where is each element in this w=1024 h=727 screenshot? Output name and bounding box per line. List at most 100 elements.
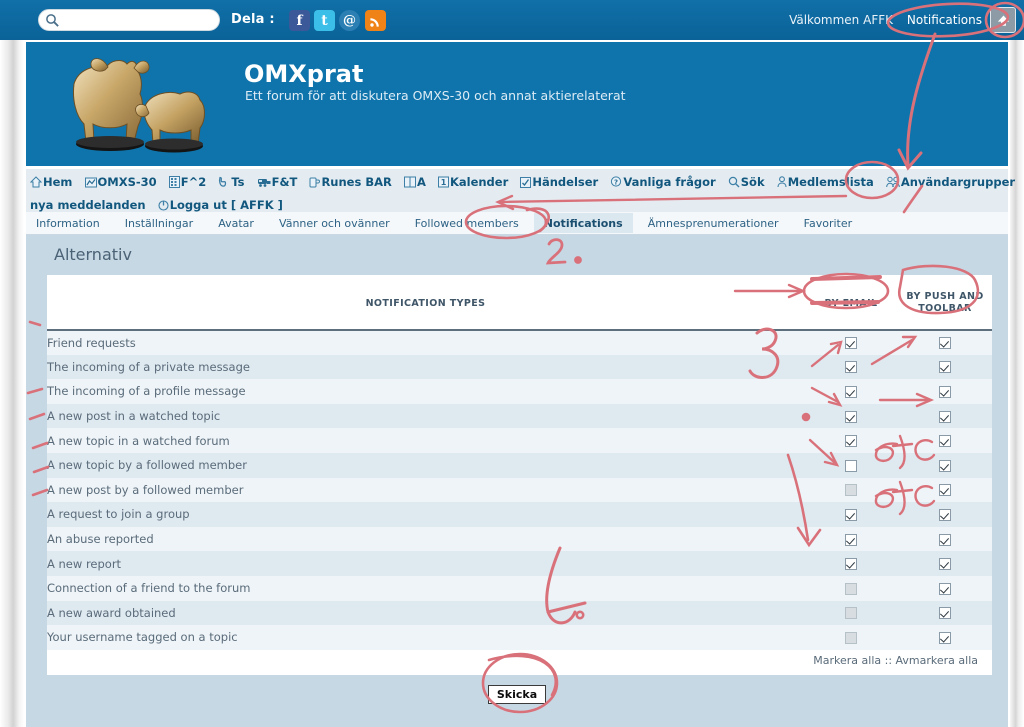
table-head: NOTIFICATION TYPES BY EMAIL BY PUSH AND … <box>47 275 992 331</box>
notification-type-label: A request to join a group <box>47 502 804 527</box>
nav-item-a[interactable]: A <box>403 173 426 193</box>
tab-followed-members[interactable]: Followed members <box>405 213 529 233</box>
push-toolbar-checkbox[interactable] <box>939 337 951 350</box>
email-checkbox[interactable] <box>845 385 857 398</box>
profile-tabs: Information Inställningar Avatar Vänner … <box>26 212 1008 235</box>
notification-type-label: A new award obtained <box>47 600 804 626</box>
search-box[interactable] <box>38 9 220 31</box>
twitter-icon[interactable]: t <box>314 10 335 31</box>
email-checkbox-cell <box>804 403 898 429</box>
submit-button[interactable]: Skicka <box>487 685 547 704</box>
tab-avatar[interactable]: Avatar <box>208 213 264 233</box>
push-toolbar-checkbox[interactable] <box>939 410 951 423</box>
nav-label: Sök <box>740 175 765 189</box>
nav-item-ts[interactable]: Ts <box>218 173 245 193</box>
email-checkbox[interactable] <box>845 435 857 448</box>
email-at-icon[interactable]: @ <box>339 10 360 31</box>
nav-label: Medlemslista <box>787 175 874 189</box>
nav-item-runes-bar[interactable]: Runes BAR <box>309 173 392 193</box>
rss-icon[interactable] <box>365 10 386 31</box>
push-toolbar-checkbox[interactable] <box>939 361 951 374</box>
email-checkbox[interactable] <box>845 508 857 521</box>
push-checkbox-cell <box>898 354 992 380</box>
page-root: Dela : f t @ Välkommen AFFK Notification… <box>0 0 1024 727</box>
nav-item-anvandargrupper[interactable]: Användargrupper <box>886 173 1015 193</box>
book-icon <box>403 175 416 193</box>
email-checkbox-cell <box>804 452 898 478</box>
notification-type-label: A new post in a watched topic <box>47 403 804 429</box>
nav-item-vanliga-fragor[interactable]: ? Vanliga frågor <box>610 173 716 193</box>
email-checkbox[interactable] <box>845 533 857 546</box>
notification-type-label: A new post by a followed member <box>47 477 804 503</box>
push-checkbox-cell <box>898 600 992 626</box>
arrow-up-icon[interactable] <box>990 7 1016 33</box>
tab-installningar[interactable]: Inställningar <box>115 213 203 233</box>
notifications-card: NOTIFICATION TYPES BY EMAIL BY PUSH AND … <box>47 275 992 675</box>
push-toolbar-checkbox[interactable] <box>939 385 951 398</box>
nav-item-handelser[interactable]: Händelser <box>520 173 598 193</box>
email-checkbox <box>845 631 857 644</box>
train-icon <box>257 175 271 193</box>
nav-label: Kalender <box>449 175 509 189</box>
nav-item-omxs30[interactable]: OMXS-30 <box>84 173 157 193</box>
email-checkbox[interactable] <box>845 558 857 571</box>
table-row: A new post by a followed member <box>47 477 992 503</box>
notification-type-label: The incoming of a private message <box>47 354 804 380</box>
push-checkbox-cell <box>898 625 992 650</box>
email-checkbox[interactable] <box>845 337 857 350</box>
table-row: A request to join a group <box>47 502 992 527</box>
tab-amnesprenumerationer[interactable]: Ämnesprenumerationer <box>638 213 789 233</box>
site-title: OMXprat <box>244 60 364 88</box>
site-subtitle: Ett forum för att diskutera OMXS-30 och … <box>245 88 626 103</box>
tab-notifications[interactable]: Notifications <box>533 213 633 233</box>
mark-all-links[interactable]: Markera alla :: Avmarkera alla <box>813 654 978 667</box>
email-checkbox-cell <box>804 502 898 527</box>
nav-item-hem[interactable]: Hem <box>29 173 72 193</box>
nav-label: A <box>416 175 426 189</box>
nav-label: Runes BAR <box>321 175 392 189</box>
email-checkbox-cell <box>804 477 898 503</box>
nav-item-sok[interactable]: Sök <box>728 173 765 193</box>
push-checkbox-cell <box>898 452 992 478</box>
push-toolbar-checkbox[interactable] <box>939 533 951 546</box>
group-icon <box>886 175 900 193</box>
search-input[interactable] <box>63 12 211 28</box>
nav-label: Ts <box>231 175 245 189</box>
table-row: A new award obtained <box>47 600 992 626</box>
table-row: Friend requests <box>47 330 992 355</box>
email-checkbox[interactable] <box>845 361 857 374</box>
tab-favoriter[interactable]: Favoriter <box>794 213 862 233</box>
push-toolbar-checkbox[interactable] <box>939 558 951 571</box>
table-row: The incoming of a profile message <box>47 379 992 404</box>
notifications-link[interactable]: Notifications <box>907 13 982 27</box>
notification-type-label: Your username tagged on a topic <box>47 625 804 650</box>
table-row: A new topic in a watched forum <box>47 428 992 453</box>
nav-item-kalender[interactable]: 1 Kalender <box>437 173 509 193</box>
email-checkbox[interactable] <box>845 410 857 423</box>
push-toolbar-checkbox[interactable] <box>939 435 951 448</box>
push-checkbox-cell <box>898 551 992 576</box>
email-checkbox-cell <box>804 551 898 576</box>
email-checkbox-cell <box>804 625 898 650</box>
tab-vanner-och-ovanner[interactable]: Vänner och ovänner <box>269 213 400 233</box>
tab-information[interactable]: Information <box>26 213 110 233</box>
share-label: Dela : <box>231 12 275 27</box>
push-toolbar-checkbox[interactable] <box>939 631 951 644</box>
nav-item-f2[interactable]: F^2 <box>168 173 206 193</box>
nav-item-ft[interactable]: F&T <box>257 173 297 193</box>
email-checkbox[interactable] <box>845 459 857 472</box>
push-toolbar-checkbox[interactable] <box>939 484 951 497</box>
push-toolbar-checkbox[interactable] <box>939 459 951 472</box>
push-checkbox-cell <box>898 428 992 453</box>
push-toolbar-checkbox[interactable] <box>939 508 951 521</box>
checkbox-icon <box>520 175 532 193</box>
push-checkbox-cell <box>898 526 992 552</box>
facebook-icon[interactable]: f <box>289 10 310 31</box>
nav-item-medlemslista[interactable]: Medlemslista <box>777 173 874 193</box>
email-checkbox-cell <box>804 330 898 355</box>
push-toolbar-checkbox[interactable] <box>939 582 951 595</box>
question-icon: ? <box>610 175 622 193</box>
notification-type-label: A new report <box>47 551 804 576</box>
table-body: Friend requests The incoming of a private… <box>47 330 992 650</box>
push-toolbar-checkbox[interactable] <box>939 607 951 620</box>
